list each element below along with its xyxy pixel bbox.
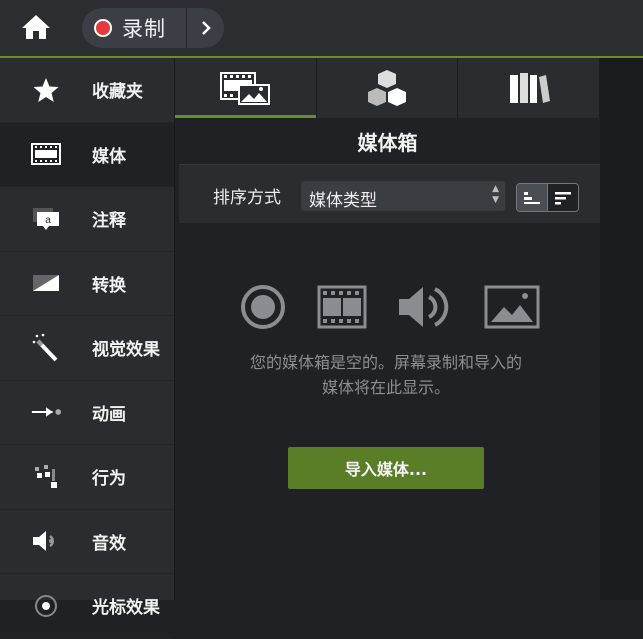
sidebar-item-label: 收藏夹	[92, 82, 143, 103]
sidebar-item-label: 动画	[92, 404, 126, 425]
import-media-button[interactable]: 导入媒体...	[288, 447, 484, 489]
view-sort-button[interactable]	[547, 184, 578, 211]
speaker-icon	[399, 287, 449, 327]
svg-text:a: a	[45, 215, 51, 226]
film-icon	[30, 139, 62, 169]
sidebar-item-label: 注释	[92, 211, 126, 232]
empty-message-line2: 媒体将在此显示。	[321, 378, 450, 397]
magic-wand-icon	[30, 333, 62, 363]
record-circle-icon	[241, 285, 285, 329]
tab-media-bin[interactable]	[175, 58, 317, 118]
sidebar-item-label: 视觉效果	[92, 340, 160, 361]
sidebar-item-label: 行为	[92, 469, 126, 490]
library-tabs	[175, 58, 601, 118]
sidebar-item-transitions[interactable]: 转换	[0, 252, 174, 316]
select-arrows-icon: ▲ ▼	[492, 184, 499, 205]
home-button[interactable]	[18, 12, 54, 42]
record-button[interactable]: 录制	[82, 8, 186, 48]
sidebar: 收藏夹 媒体 a 注释 转换 视觉效果 动画 行为 音效 光标效果	[0, 58, 175, 639]
audio-effect-icon	[30, 526, 62, 556]
record-group: 录制	[82, 8, 224, 48]
empty-message: 您的媒体箱是空的。屏幕录制和导入的 媒体将在此显示。	[200, 350, 572, 400]
tab-library[interactable]	[317, 58, 459, 118]
sort-select[interactable]: 媒体类型 ▲ ▼	[301, 181, 505, 211]
bar-list-icon	[524, 191, 540, 204]
home-icon	[22, 15, 50, 39]
sidebar-item-favorites[interactable]: 收藏夹	[0, 58, 174, 123]
transition-icon	[30, 268, 62, 298]
media-bin-icon	[220, 72, 271, 105]
view-toggle	[516, 183, 579, 212]
tab-resources[interactable]	[458, 58, 601, 118]
sidebar-item-cursor-effects[interactable]: 光标效果	[0, 574, 174, 639]
image-icon	[484, 285, 540, 329]
sort-label: 排序方式	[213, 188, 281, 208]
record-dot-icon	[94, 19, 112, 37]
annotation-icon: a	[30, 204, 62, 234]
books-icon	[509, 73, 550, 103]
sort-value: 媒体类型	[309, 191, 377, 211]
empty-message-line1: 您的媒体箱是空的。屏幕录制和导入的	[249, 353, 522, 372]
sidebar-item-annotations[interactable]: a 注释	[0, 187, 174, 252]
sidebar-item-label: 媒体	[92, 146, 126, 167]
sidebar-item-animations[interactable]: 动画	[0, 381, 174, 445]
sidebar-item-label: 光标效果	[92, 598, 160, 619]
panel-title: 媒体箱	[357, 131, 418, 155]
record-label: 录制	[122, 17, 166, 41]
sidebar-item-behaviors[interactable]: 行为	[0, 445, 174, 510]
sidebar-item-label: 转换	[92, 275, 126, 296]
cursor-effect-icon	[30, 591, 62, 621]
sort-lines-icon	[555, 191, 571, 204]
behavior-icon	[30, 462, 62, 492]
sidebar-item-media[interactable]: 媒体	[0, 122, 174, 187]
star-icon	[30, 75, 62, 105]
sort-bar: 排序方式 媒体类型 ▲ ▼	[179, 164, 600, 223]
sidebar-item-visual-effects[interactable]: 视觉效果	[0, 316, 174, 381]
record-options-button[interactable]	[187, 8, 224, 48]
film-strip-icon	[317, 285, 367, 329]
library-cubes-icon	[368, 70, 406, 106]
chevron-right-icon	[201, 21, 211, 35]
right-edge-panel	[600, 58, 643, 600]
sidebar-item-audio-effects[interactable]: 音效	[0, 510, 174, 574]
view-bars-button[interactable]	[517, 184, 547, 211]
top-bar: 录制	[0, 0, 643, 58]
animation-arrow-icon	[30, 397, 62, 427]
empty-state-icons	[240, 282, 540, 332]
sidebar-item-label: 音效	[92, 533, 126, 554]
